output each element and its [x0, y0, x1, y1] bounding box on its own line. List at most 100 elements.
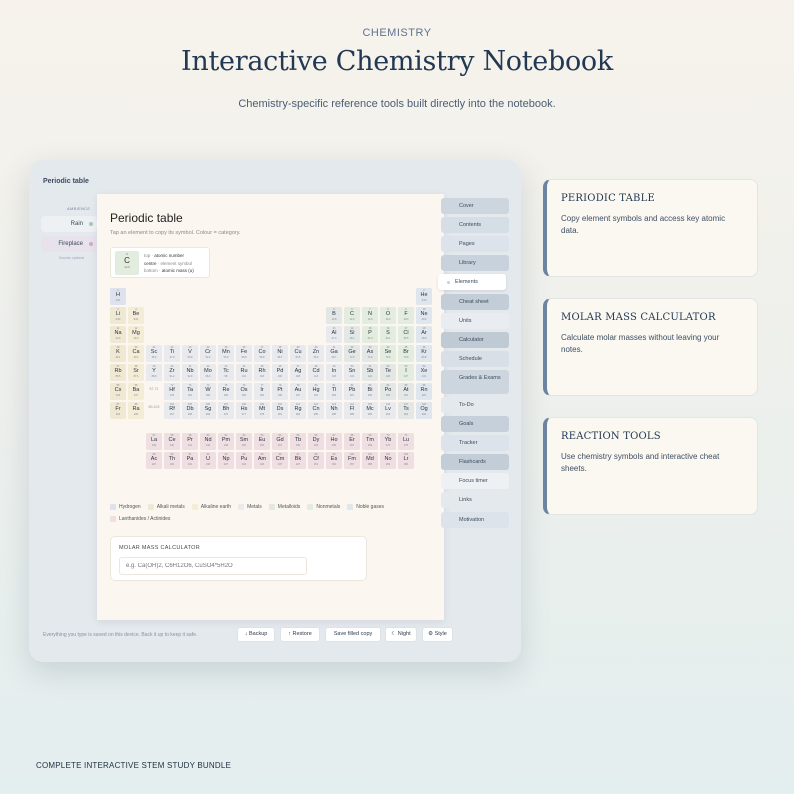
element-cell-tm[interactable]: 69 Tm 169 — [362, 433, 378, 450]
element-cell-b[interactable]: 5 B 10.8 — [326, 307, 342, 324]
element-cell-og[interactable]: 118 Og 294 — [416, 402, 432, 419]
element-cell-he[interactable]: 2 He 4.00 — [416, 288, 432, 305]
element-cell-p[interactable]: 15 P 31.0 — [362, 326, 378, 343]
element-cell-es[interactable]: 99 Es 252 — [326, 452, 342, 469]
element-cell-xe[interactable]: 54 Xe 131 — [416, 364, 432, 381]
element-cell-am[interactable]: 95 Am 243 — [254, 452, 270, 469]
element-cell-tl[interactable]: 81 Tl 204 — [326, 383, 342, 400]
element-cell-ag[interactable]: 47 Ag 108 — [290, 364, 306, 381]
element-cell-mt[interactable]: 109 Mt 278 — [254, 402, 270, 419]
nav-item-links[interactable]: Links — [441, 492, 509, 509]
element-cell-ar[interactable]: 18 Ar 39.9 — [416, 326, 432, 343]
element-cell-ge[interactable]: 32 Ge 72.6 — [344, 345, 360, 362]
element-cell-kr[interactable]: 36 Kr 83.8 — [416, 345, 432, 362]
element-cell-n[interactable]: 7 N 14.0 — [362, 307, 378, 324]
element-cell-na[interactable]: 11 Na 23.0 — [110, 326, 126, 343]
element-cell-fr[interactable]: 87 Fr 223 — [110, 402, 126, 419]
element-cell-no[interactable]: 102 No 259 — [380, 452, 396, 469]
element-cell-zn[interactable]: 30 Zn 65.4 — [308, 345, 324, 362]
element-cell-rn[interactable]: 86 Rn 222 — [416, 383, 432, 400]
ambience-rain-button[interactable]: Rain — [41, 216, 97, 232]
element-cell-nh[interactable]: 113 Nh 286 — [326, 402, 342, 419]
element-cell-rh[interactable]: 45 Rh 103 — [254, 364, 270, 381]
element-cell-eu[interactable]: 63 Eu 152 — [254, 433, 270, 450]
element-cell-pb[interactable]: 82 Pb 207 — [344, 383, 360, 400]
nav-item-library[interactable]: Library — [441, 255, 509, 272]
element-cell-y[interactable]: 39 Y 88.9 — [146, 364, 162, 381]
element-cell-w[interactable]: 74 W 184 — [200, 383, 216, 400]
element-cell-pt[interactable]: 78 Pt 195 — [272, 383, 288, 400]
element-cell-rb[interactable]: 37 Rb 85.5 — [110, 364, 126, 381]
element-cell-bh[interactable]: 107 Bh 270 — [218, 402, 234, 419]
element-cell-cr[interactable]: 24 Cr 52.0 — [200, 345, 216, 362]
element-cell-te[interactable]: 52 Te 128 — [380, 364, 396, 381]
save-filled-copy-button[interactable]: Save filled copy — [325, 627, 381, 642]
element-cell-lv[interactable]: 116 Lv 293 — [380, 402, 396, 419]
element-cell-c[interactable]: 6 C 12.0 — [344, 307, 360, 324]
element-cell-hf[interactable]: 72 Hf 178 — [164, 383, 180, 400]
element-cell-ba[interactable]: 56 Ba 137 — [128, 383, 144, 400]
element-cell-ds[interactable]: 110 Ds 281 — [272, 402, 288, 419]
element-cell-sg[interactable]: 106 Sg 269 — [200, 402, 216, 419]
element-cell-rf[interactable]: 104 Rf 267 — [164, 402, 180, 419]
element-cell-po[interactable]: 84 Po 209 — [380, 383, 396, 400]
nav-item-motivation[interactable]: Motivation — [441, 511, 509, 528]
element-cell-i[interactable]: 53 I 127 — [398, 364, 414, 381]
element-cell-ts[interactable]: 117 Ts 294 — [398, 402, 414, 419]
element-cell-zr[interactable]: 40 Zr 91.2 — [164, 364, 180, 381]
element-cell-ni[interactable]: 28 Ni 58.7 — [272, 345, 288, 362]
element-cell-tb[interactable]: 65 Tb 159 — [290, 433, 306, 450]
element-cell-o[interactable]: 8 O 16.0 — [380, 307, 396, 324]
element-cell-hs[interactable]: 108 Hs 277 — [236, 402, 252, 419]
element-cell-as[interactable]: 33 As 74.9 — [362, 345, 378, 362]
element-cell-os[interactable]: 76 Os 190 — [236, 383, 252, 400]
element-cell-bi[interactable]: 83 Bi 209 — [362, 383, 378, 400]
element-cell-ne[interactable]: 10 Ne 20.2 — [416, 307, 432, 324]
element-cell-th[interactable]: 90 Th 232 — [164, 452, 180, 469]
element-cell-er[interactable]: 68 Er 167 — [344, 433, 360, 450]
element-cell-pa[interactable]: 91 Pa 231 — [182, 452, 198, 469]
nav-item-goals[interactable]: Goals — [441, 416, 509, 432]
element-cell-ir[interactable]: 77 Ir 192 — [254, 383, 270, 400]
element-cell-be[interactable]: 4 Be 9.01 — [128, 307, 144, 324]
nav-item-cheat-sheet[interactable]: Cheat sheet — [441, 293, 509, 310]
backup-button[interactable]: ↓ Backup — [237, 627, 275, 642]
nav-item-elements[interactable]: Elements — [438, 274, 506, 291]
element-cell-h[interactable]: 1 H 1.01 — [110, 288, 126, 305]
nav-item-focus-timer[interactable]: Focus timer — [441, 473, 509, 490]
element-cell-mg[interactable]: 12 Mg 24.3 — [128, 326, 144, 343]
element-cell-fm[interactable]: 100 Fm 257 — [344, 452, 360, 469]
element-cell-md[interactable]: 101 Md 258 — [362, 452, 378, 469]
element-cell-fe[interactable]: 26 Fe 55.8 — [236, 345, 252, 362]
element-cell-sc[interactable]: 21 Sc 45.0 — [146, 345, 162, 362]
element-cell-sb[interactable]: 51 Sb 122 — [362, 364, 378, 381]
element-cell-sm[interactable]: 62 Sm 150 — [236, 433, 252, 450]
element-cell-pd[interactable]: 46 Pd 106 — [272, 364, 288, 381]
element-cell-la[interactable]: 57 La 139 — [146, 433, 162, 450]
element-cell-pm[interactable]: 61 Pm 145 — [218, 433, 234, 450]
element-cell-cu[interactable]: 29 Cu 63.5 — [290, 345, 306, 362]
nav-item-contents[interactable]: Contents — [441, 217, 509, 234]
element-cell-bk[interactable]: 97 Bk 247 — [290, 452, 306, 469]
element-cell-au[interactable]: 79 Au 197 — [290, 383, 306, 400]
element-cell-cs[interactable]: 55 Cs 133 — [110, 383, 126, 400]
element-cell-cf[interactable]: 98 Cf 251 — [308, 452, 324, 469]
element-cell-tc[interactable]: 43 Tc 98 — [218, 364, 234, 381]
element-cell-db[interactable]: 105 Db 268 — [182, 402, 198, 419]
element-cell-cn[interactable]: 112 Cn 285 — [308, 402, 324, 419]
element-cell-nd[interactable]: 60 Nd 144 — [200, 433, 216, 450]
molar-mass-input[interactable] — [119, 557, 307, 575]
element-cell-ta[interactable]: 73 Ta 181 — [182, 383, 198, 400]
element-cell-pr[interactable]: 59 Pr 141 — [182, 433, 198, 450]
restore-button[interactable]: ↑ Restore — [280, 627, 320, 642]
element-cell-br[interactable]: 35 Br 79.9 — [398, 345, 414, 362]
nav-item-tracker[interactable]: Tracker — [441, 435, 509, 452]
nav-item-units[interactable]: Units — [441, 312, 509, 329]
nav-item-pages[interactable]: Pages — [441, 236, 509, 253]
element-cell-co[interactable]: 27 Co 58.9 — [254, 345, 270, 362]
element-cell-fl[interactable]: 114 Fl 289 — [344, 402, 360, 419]
nav-item-grades-exams[interactable]: Grades & Exams — [441, 369, 509, 394]
element-cell-dy[interactable]: 66 Dy 163 — [308, 433, 324, 450]
ambience-fireplace-button[interactable]: Fireplace — [41, 236, 97, 252]
element-cell-mn[interactable]: 25 Mn 54.9 — [218, 345, 234, 362]
